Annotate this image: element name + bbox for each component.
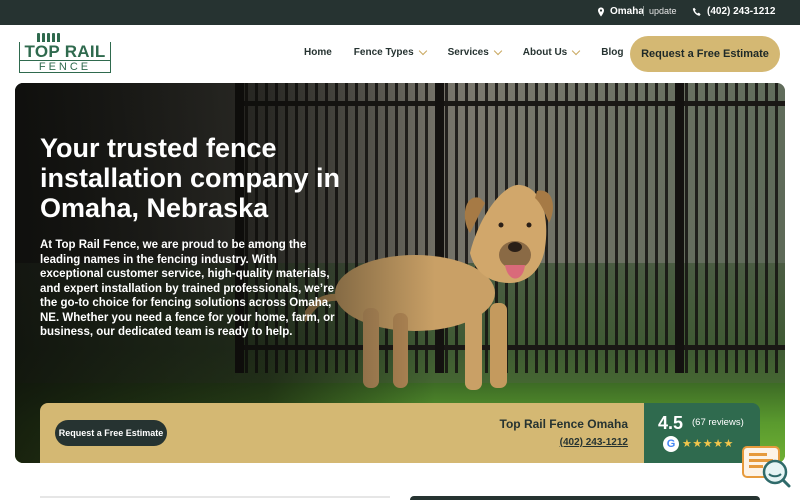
nav-item-blog[interactable]: Blog: [601, 47, 623, 58]
hero-title: Your trusted fence installation company …: [40, 133, 341, 223]
logo[interactable]: TOP RAIL FENCE: [19, 33, 111, 73]
rating-score: 4.5: [658, 413, 684, 433]
logo-line1: TOP RAIL: [24, 42, 106, 61]
chat-widget-icon[interactable]: [741, 444, 791, 488]
top-bar: Omaha update (402) 243-1212: [0, 0, 800, 25]
location-pin-icon: [598, 7, 604, 16]
nav-item-about-us[interactable]: About Us: [522, 46, 581, 58]
star-icon: ★★★★★: [682, 438, 734, 450]
top-phone-link[interactable]: (402) 243-1212: [692, 6, 775, 17]
business-name: Top Rail Fence Omaha: [499, 417, 628, 431]
nav-item-label: Blog: [601, 47, 624, 58]
location-link[interactable]: Omaha: [596, 6, 644, 17]
main-navigation: TOP RAIL FENCE Home Fence Types Services…: [0, 25, 800, 83]
request-estimate-secondary-button[interactable]: Request a Free Estimate: [55, 420, 167, 446]
nav-item-label: Fence Types: [353, 47, 414, 58]
contact-info-bar: Request a Free Estimate Top Rail Fence O…: [40, 403, 644, 463]
google-icon: G: [663, 436, 679, 452]
nav-item-home[interactable]: Home: [304, 47, 332, 58]
chevron-down-icon: [418, 46, 427, 56]
nav-item-fence-types[interactable]: Fence Types: [353, 46, 427, 58]
chevron-down-icon: [493, 46, 503, 56]
nav-item-label: Services: [447, 47, 489, 58]
phone-icon: [692, 7, 701, 16]
nav-item-label: About Us: [522, 47, 568, 58]
nav-menu: Home Fence Types Services About Us Blog: [304, 46, 645, 58]
logo-fence-posts: [37, 33, 60, 42]
top-phone-number: (402) 243-1212: [707, 6, 776, 17]
chevron-down-icon: [572, 46, 581, 56]
update-location-link[interactable]: update: [643, 6, 677, 16]
logo-line2: FENCE: [38, 61, 92, 73]
business-phone-link[interactable]: (402) 243-1212: [560, 437, 628, 448]
nav-item-services[interactable]: Services: [447, 46, 503, 58]
nav-item-label: Home: [304, 47, 332, 58]
hero-description: At Top Rail Fence, we are proud to be am…: [40, 239, 335, 338]
review-count: (67 reviews): [692, 417, 744, 428]
location-label: Omaha: [610, 6, 644, 17]
request-estimate-button[interactable]: Request a Free Estimate: [630, 36, 780, 72]
